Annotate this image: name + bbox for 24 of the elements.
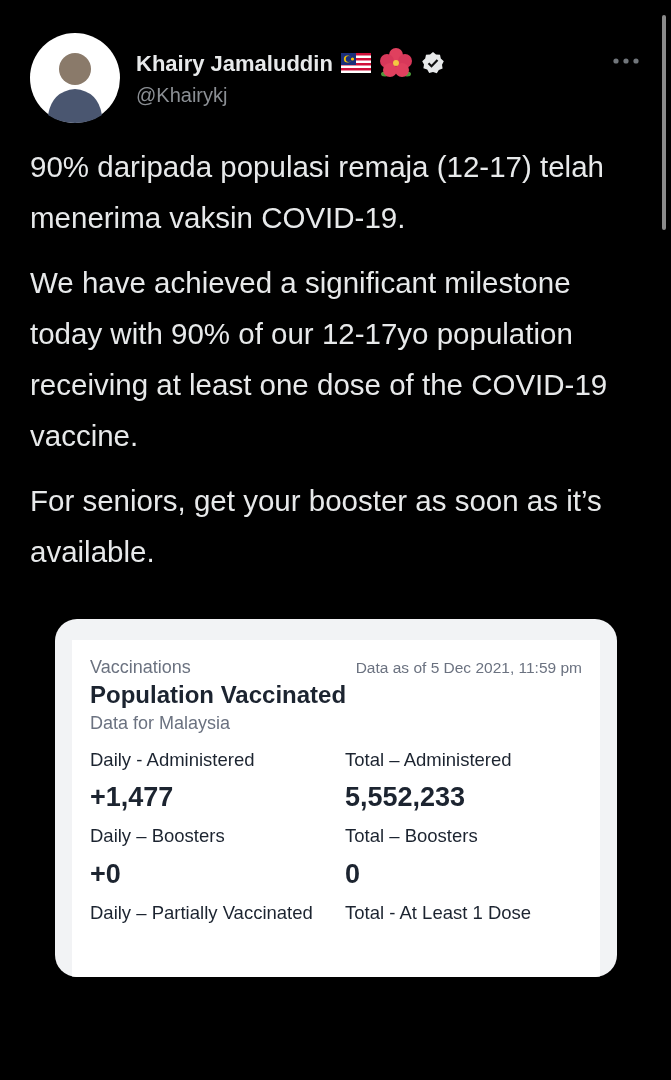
tweet-text: For seniors, get your booster as soon as it’s available. (30, 483, 603, 570)
stat-value: +0 (90, 857, 122, 891)
author-name: Khairy Jamaluddin (136, 49, 333, 78)
user-handle: @Khairykj (136, 82, 229, 108)
stat-label: Daily - Administered (90, 748, 256, 771)
stat-value: 5,552,233 (345, 781, 467, 814)
tweet-text: 90% daripada populasi remaja (12-17) telah menerima vaksin COVID-19. (30, 149, 605, 236)
more-icon[interactable] (613, 58, 639, 64)
timestamp: Data as of 5 Dec 2021, 11:59 pm (355, 657, 582, 678)
scrollbar[interactable] (662, 15, 666, 230)
stat-label: Daily – Boosters (90, 825, 226, 848)
hibiscus-icon (378, 47, 413, 79)
tweet-text: We have achieved a significant milestone today with 90% of our 12-17yo population receiving at least one dose of the COVID-19 vaccine. (30, 265, 609, 454)
flag-icon (340, 53, 371, 73)
stat-label: Total - At Least 1 Dose (345, 902, 533, 925)
stat-value: 0 (345, 857, 362, 891)
section-label: Vaccinations (90, 656, 191, 679)
stat-value: +1,477 (90, 781, 175, 814)
card-title: Population Vaccinated (90, 681, 348, 710)
stat-label: Daily – Partially Vaccinated (90, 902, 314, 925)
stat-label: Total – Administered (345, 748, 513, 771)
avatar[interactable] (30, 33, 120, 123)
card-subtitle: Data for Malaysia (90, 711, 232, 735)
stat-label: Total – Boosters (345, 825, 479, 848)
